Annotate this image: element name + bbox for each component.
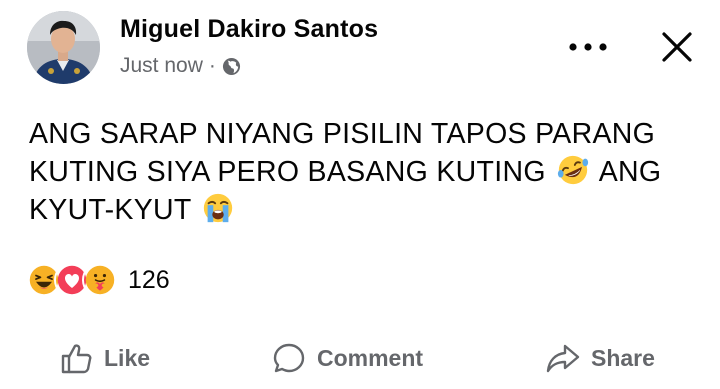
post-actions-bar: Like Comment Share bbox=[0, 340, 720, 386]
rolling-on-floor-laughing-emoji bbox=[557, 155, 589, 185]
like-button[interactable]: Like bbox=[58, 340, 150, 376]
reactions-summary[interactable]: 126 bbox=[26, 262, 170, 298]
reaction-count: 126 bbox=[128, 265, 170, 294]
comment-label: Comment bbox=[317, 344, 424, 371]
share-button[interactable]: Share bbox=[545, 340, 655, 376]
avatar-image bbox=[27, 11, 100, 84]
post-text-line-2a: KUTING SIYA PERO BASANG KUTING bbox=[29, 156, 546, 188]
more-options-button[interactable] bbox=[566, 32, 610, 62]
loudly-crying-emoji bbox=[204, 193, 233, 223]
comment-icon bbox=[273, 343, 305, 373]
like-label: Like bbox=[104, 344, 151, 371]
thumbs-up-icon bbox=[61, 344, 92, 374]
post-text-line-3a: KYUT-KYUT bbox=[29, 194, 192, 226]
post-text-line-2: KUTING SIYA PERO BASANG KUTING ANG bbox=[29, 153, 689, 191]
post-meta: Just now · bbox=[120, 54, 241, 78]
author-name[interactable]: Miguel Dakiro Santos bbox=[120, 15, 378, 44]
more-icon bbox=[569, 43, 607, 51]
close-button[interactable] bbox=[656, 26, 698, 68]
post-text-line-3: KYUT-KYUT bbox=[29, 191, 689, 229]
close-icon bbox=[662, 32, 692, 62]
post-text-line-2b: ANG bbox=[598, 156, 662, 188]
post-text: ANG SARAP NIYANG PISILIN TAPOS PARANG KU… bbox=[29, 116, 689, 229]
timestamp[interactable]: Just now bbox=[120, 54, 203, 78]
post-text-line-1: ANG SARAP NIYANG PISILIN TAPOS PARANG bbox=[29, 118, 656, 150]
share-icon bbox=[546, 344, 580, 373]
share-label: Share bbox=[591, 344, 655, 371]
meta-separator: · bbox=[208, 54, 216, 77]
author-avatar[interactable] bbox=[27, 11, 100, 84]
care-reaction-icon bbox=[82, 262, 118, 298]
comment-button[interactable]: Comment bbox=[271, 340, 423, 376]
globe-icon[interactable] bbox=[222, 57, 241, 76]
